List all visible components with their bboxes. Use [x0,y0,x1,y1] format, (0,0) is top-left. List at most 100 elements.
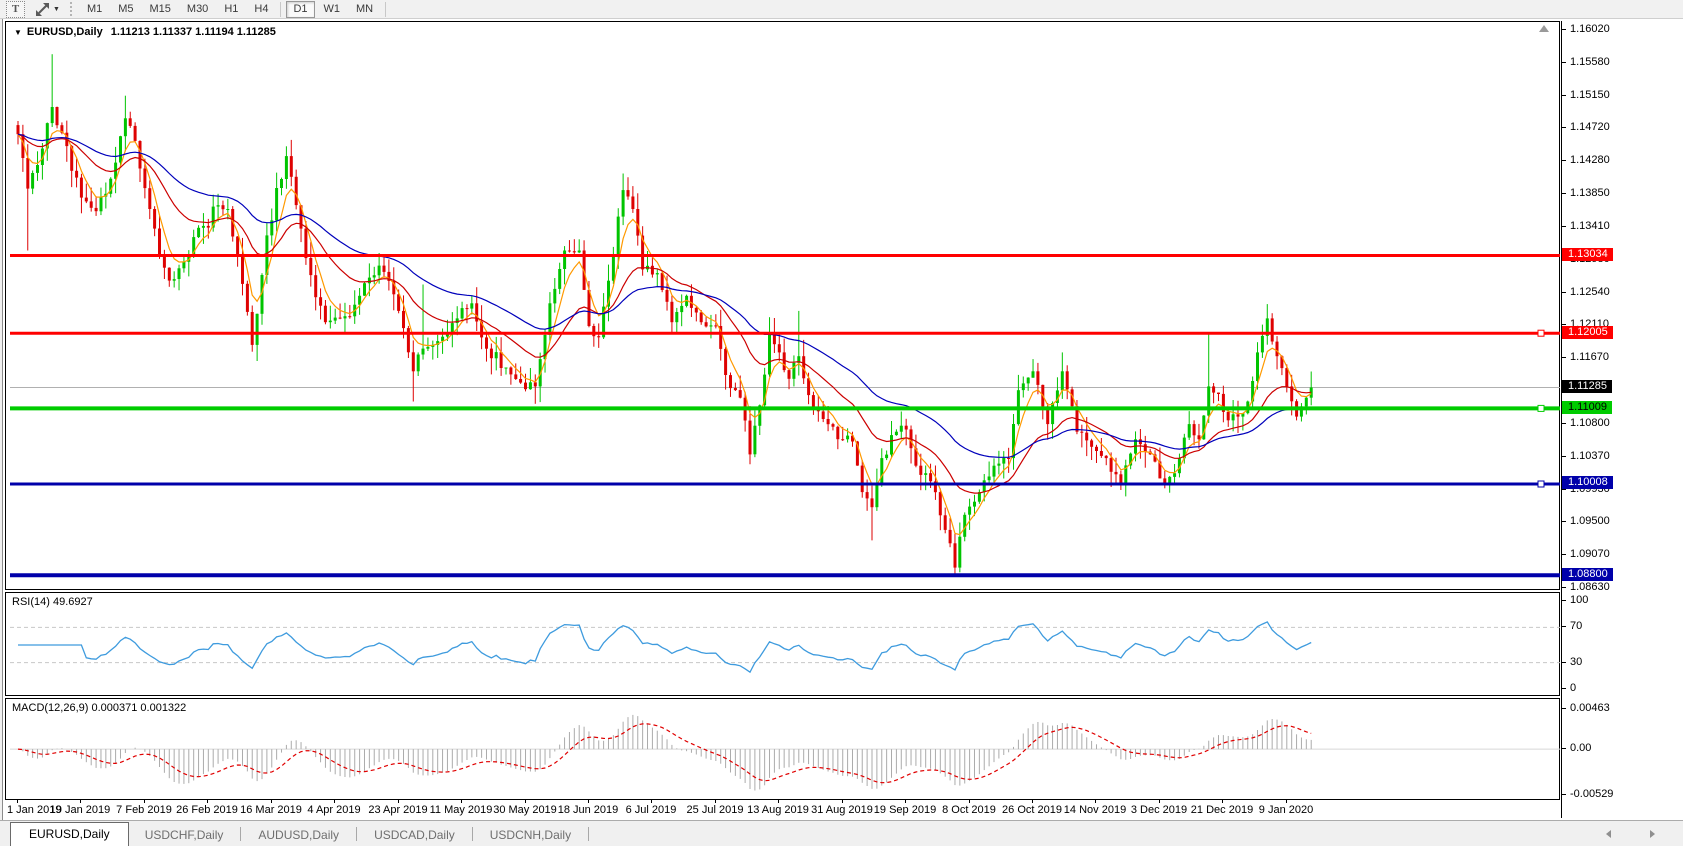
price-tick [1562,324,1566,325]
date-tick [651,800,652,803]
date-label: 23 Apr 2019 [368,804,427,816]
toolbar-separator [385,2,386,17]
price-axis-label: 1.14280 [1570,154,1610,166]
rsi-canvas[interactable] [10,593,1560,695]
macd-tick [1562,748,1566,749]
date-label: 7 Feb 2019 [116,804,172,816]
text-tool-button[interactable]: T [6,1,25,18]
tab-scroll-left-icon[interactable] [1606,830,1611,838]
rsi-axis-label: 70 [1570,620,1582,632]
date-label: 14 Nov 2019 [1064,804,1126,816]
date-label: 26 Oct 2019 [1002,804,1062,816]
timeframe-button-h1[interactable]: H1 [217,1,245,18]
tab-divider [356,827,357,841]
price-tick [1562,554,1566,555]
date-tick [778,800,779,803]
date-tick [905,800,906,803]
price-axis-label: 1.12540 [1570,286,1610,298]
price-axis-label: 1.13410 [1570,220,1610,232]
tab-eurusd-daily[interactable]: EURUSD,Daily [10,822,129,846]
timeframe-button-mn[interactable]: MN [349,1,380,18]
timeframe-button-h4[interactable]: H4 [247,1,275,18]
date-tick [525,800,526,803]
price-axis[interactable]: 1.160201.155801.151501.147201.142801.138… [1562,21,1683,818]
price-tick [1562,423,1566,424]
current-price-tag: 1.11285 [1562,380,1612,393]
tab-usdcad-daily[interactable]: USDCAD,Daily [358,825,471,846]
date-tick [17,800,18,803]
price-axis-label: 1.14720 [1570,121,1610,133]
chevron-down-icon: ▼ [53,6,60,13]
line-handle[interactable] [1538,481,1544,487]
rsi-line [18,622,1311,672]
price-tick [1562,95,1566,96]
price-axis-label: 1.13850 [1570,187,1610,199]
price-tick [1562,127,1566,128]
rsi-panel: RSI(14) 49.6927 [5,592,1560,696]
chart-title: EURUSD,Daily [27,26,103,38]
date-label: 6 Jul 2019 [626,804,677,816]
date-tick [271,800,272,803]
cursor-tool-button[interactable]: ▼ [33,1,62,17]
date-tick [1032,800,1033,803]
date-label: 9 Jan 2020 [1259,804,1313,816]
date-label: 30 May 2019 [493,804,557,816]
price-tick [1562,521,1566,522]
rsi-axis-label: 30 [1570,656,1582,668]
timeframe-button-w1[interactable]: W1 [317,1,348,18]
rsi-tick [1562,600,1566,601]
timeframe-button-m1[interactable]: M1 [80,1,109,18]
date-tick [461,800,462,803]
timeframe-button-m15[interactable]: M15 [143,1,178,18]
macd-tick [1562,708,1566,709]
date-label: 26 Feb 2019 [176,804,238,816]
date-tick [144,800,145,803]
rsi-tick [1562,626,1566,627]
ohlc-values: 1.11213 1.11337 1.11194 1.11285 [111,26,276,38]
date-tick [80,800,81,803]
price-line-tag: 1.12005 [1562,326,1613,339]
date-tick [1222,800,1223,803]
tab-divider [472,827,473,841]
macd-histogram [18,715,1311,791]
price-line-tag: 1.11009 [1562,401,1612,414]
rsi-axis-label: 0 [1570,682,1576,694]
price-axis-label: 1.16020 [1570,23,1610,35]
line-handle[interactable] [1538,405,1544,411]
toolbar-grip [70,2,72,16]
timeframe-button-m5[interactable]: M5 [111,1,140,18]
date-tick [334,800,335,803]
scroll-to-end-icon[interactable] [1539,25,1549,32]
price-tick [1562,587,1566,588]
price-axis-label: 1.10800 [1570,417,1610,429]
price-chart-canvas[interactable] [10,22,1560,589]
macd-canvas[interactable] [10,699,1560,799]
price-tick [1562,193,1566,194]
tab-divider [240,827,241,841]
macd-axis-label: 0.00 [1570,742,1591,754]
chart-tabs: EURUSD,DailyUSDCHF,DailyAUDUSD,DailyUSDC… [0,820,1683,846]
line-handle[interactable] [1538,330,1544,336]
price-tick [1562,160,1566,161]
date-label: 13 Aug 2019 [747,804,809,816]
price-chart-panel: ▼ EURUSD,Daily 1.11213 1.11337 1.11194 1… [5,21,1560,590]
time-axis[interactable]: 1 Jan 201919 Jan 20197 Feb 201926 Feb 20… [5,800,1560,818]
date-tick [715,800,716,803]
tab-usdcnh-daily[interactable]: USDCNH,Daily [474,825,587,846]
timeframe-toolbar: M1M5M15M30H1H4 D1W1MN [79,1,390,18]
timeframe-button-m30[interactable]: M30 [180,1,215,18]
tab-usdchf-daily[interactable]: USDCHF,Daily [129,825,240,846]
date-tick [1095,800,1096,803]
macd-label: MACD(12,26,9) 0.000371 0.001322 [12,702,186,714]
date-tick [1286,800,1287,803]
timeframe-button-d1[interactable]: D1 [286,1,314,18]
rsi-axis-label: 100 [1570,594,1588,606]
toolbar: T ▼ M1M5M15M30H1H4 D1W1MN [0,0,1683,19]
tab-audusd-daily[interactable]: AUDUSD,Daily [242,825,355,846]
price-tick [1562,62,1566,63]
price-line-tag: 1.10008 [1562,476,1613,489]
text-tool-icon: T [12,3,19,15]
tab-scroll-right-icon[interactable] [1650,830,1655,838]
date-label: 31 Aug 2019 [811,804,873,816]
price-tick [1562,489,1566,490]
